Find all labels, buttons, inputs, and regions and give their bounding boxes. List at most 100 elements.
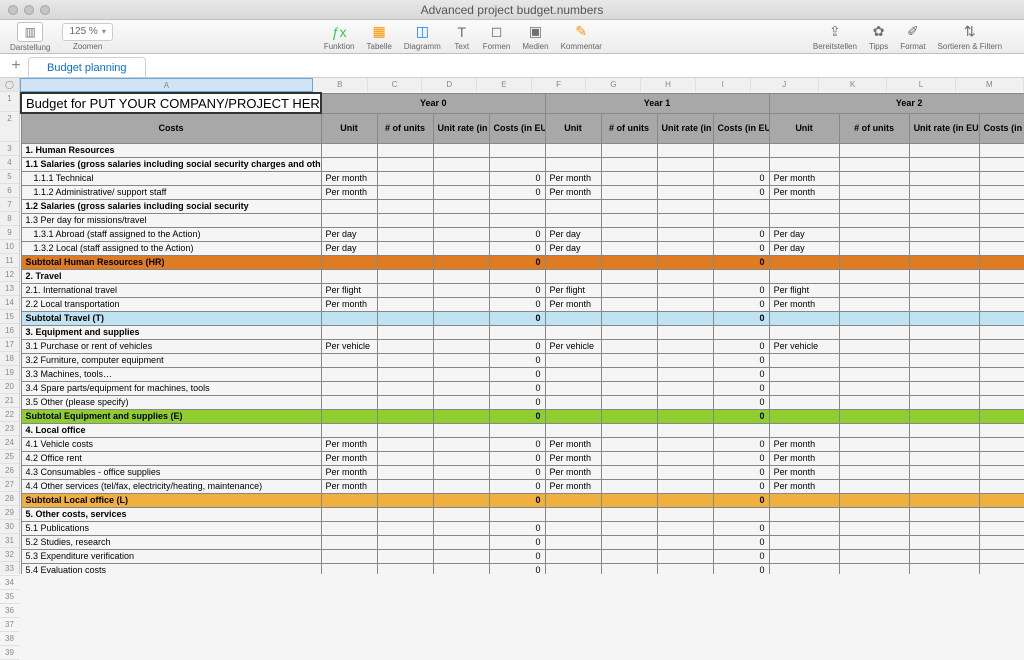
table-row[interactable]: 4.3 Consumables - office suppliesPer mon… <box>21 465 1024 479</box>
table-row[interactable]: 3.2 Furniture, computer equipment000 <box>21 353 1024 367</box>
row-header-21[interactable]: 21 <box>0 394 19 408</box>
row-header-35[interactable]: 35 <box>0 590 19 604</box>
row-header-5[interactable]: 5 <box>0 170 19 184</box>
table-row[interactable]: Subtotal Travel (T)000 <box>21 311 1024 325</box>
formen-button[interactable]: ◻Formen <box>483 23 511 51</box>
row-header-39[interactable]: 39 <box>0 646 19 660</box>
col-header-L[interactable]: L <box>887 78 955 92</box>
row-header-13[interactable]: 13 <box>0 282 19 296</box>
row-header-30[interactable]: 30 <box>0 520 19 534</box>
tabelle-button[interactable]: ▦Tabelle <box>367 23 392 51</box>
minimize-icon[interactable] <box>24 5 34 15</box>
col-header-I[interactable]: I <box>696 78 751 92</box>
row-header-31[interactable]: 31 <box>0 534 19 548</box>
select-all-corner[interactable]: ◯ <box>0 78 19 92</box>
table-row[interactable]: 5.3 Expenditure verification000 <box>21 549 1024 563</box>
table-row[interactable]: 4.2 Office rentPer month0Per month0Per m… <box>21 451 1024 465</box>
row-header-12[interactable]: 12 <box>0 268 19 282</box>
col-header-D[interactable]: D <box>422 78 477 92</box>
table-row[interactable]: 5.2 Studies, research000 <box>21 535 1024 549</box>
table-row[interactable]: 2.2 Local transportationPer month0Per mo… <box>21 297 1024 311</box>
table-row[interactable]: 1.3.1 Abroad (staff assigned to the Acti… <box>21 227 1024 241</box>
row-headers[interactable]: ◯ 1 2 3456789101112131415161718192021222… <box>0 78 20 574</box>
row-header-22[interactable]: 22 <box>0 408 19 422</box>
column-headers[interactable]: ABCDEFGHIJKLM <box>20 78 1024 92</box>
table-row[interactable]: 5. Other costs, services <box>21 507 1024 521</box>
row-header-15[interactable]: 15 <box>0 310 19 324</box>
table-row[interactable]: 3.3 Machines, tools…000 <box>21 367 1024 381</box>
table-row[interactable]: 4.4 Other services (tel/fax, electricity… <box>21 479 1024 493</box>
row-header-38[interactable]: 38 <box>0 632 19 646</box>
row-header-11[interactable]: 11 <box>0 254 19 268</box>
row-header-9[interactable]: 9 <box>0 226 19 240</box>
table-row[interactable]: Subtotal Equipment and supplies (E)000 <box>21 409 1024 423</box>
row-header-14[interactable]: 14 <box>0 296 19 310</box>
funktion-button[interactable]: ƒxFunktion <box>324 23 355 51</box>
table-row[interactable]: 1.2 Salaries (gross salaries including s… <box>21 199 1024 213</box>
row-header-17[interactable]: 17 <box>0 338 19 352</box>
col-header-M[interactable]: M <box>956 78 1024 92</box>
row-header-20[interactable]: 20 <box>0 380 19 394</box>
row-header-37[interactable]: 37 <box>0 618 19 632</box>
table-row[interactable]: Subtotal Human Resources (HR)000 <box>21 255 1024 269</box>
sortieren-filtern-button[interactable]: ⇅Sortieren & Filtern <box>938 23 1002 51</box>
col-header-J[interactable]: J <box>751 78 819 92</box>
row-header-8[interactable]: 8 <box>0 212 19 226</box>
close-icon[interactable] <box>8 5 18 15</box>
table-row[interactable]: 2. Travel <box>21 269 1024 283</box>
table-row[interactable]: 1.3 Per day for missions/travel <box>21 213 1024 227</box>
col-header-G[interactable]: G <box>586 78 641 92</box>
table-row[interactable]: 3. Equipment and supplies <box>21 325 1024 339</box>
maximize-icon[interactable] <box>40 5 50 15</box>
row-header-7[interactable]: 7 <box>0 198 19 212</box>
table-row[interactable]: 3.1 Purchase or rent of vehiclesPer vehi… <box>21 339 1024 353</box>
table-row[interactable]: 1.1.1 TechnicalPer month0Per month0Per m… <box>21 171 1024 185</box>
row-header-10[interactable]: 10 <box>0 240 19 254</box>
medien-button[interactable]: ▣Medien <box>522 23 548 51</box>
row-header-6[interactable]: 6 <box>0 184 19 198</box>
kommentar-button[interactable]: ✎Kommentar <box>561 23 602 51</box>
tab-budget-planning[interactable]: Budget planning <box>28 57 146 77</box>
row-header-36[interactable]: 36 <box>0 604 19 618</box>
add-sheet-button[interactable]: + <box>4 54 28 77</box>
table-row[interactable]: 3.4 Spare parts/equipment for machines, … <box>21 381 1024 395</box>
table-row[interactable]: 1.1.2 Administrative/ support staffPer m… <box>21 185 1024 199</box>
row-header-29[interactable]: 29 <box>0 506 19 520</box>
row-header-28[interactable]: 28 <box>0 492 19 506</box>
table-row[interactable]: 2.1. International travelPer flight0Per … <box>21 283 1024 297</box>
budget-table[interactable]: Budget for PUT YOUR COMPANY/PROJECT HERE… <box>20 92 1024 574</box>
row-header-34[interactable]: 34 <box>0 576 19 590</box>
row-header-26[interactable]: 26 <box>0 464 19 478</box>
col-header-F[interactable]: F <box>532 78 587 92</box>
format-button[interactable]: ✐Format <box>900 23 925 51</box>
zoom-value[interactable]: 125 % <box>62 23 112 41</box>
view-button[interactable]: ▥ Darstellung <box>10 22 50 52</box>
row-header-25[interactable]: 25 <box>0 450 19 464</box>
col-header-C[interactable]: C <box>368 78 423 92</box>
table-row[interactable]: 1.1 Salaries (gross salaries including s… <box>21 157 1024 171</box>
row-header-19[interactable]: 19 <box>0 366 19 380</box>
col-header-K[interactable]: K <box>819 78 887 92</box>
row-header-23[interactable]: 23 <box>0 422 19 436</box>
table-row[interactable]: 1. Human Resources <box>21 143 1024 157</box>
col-header-A[interactable]: A <box>20 78 313 92</box>
row-header-32[interactable]: 32 <box>0 548 19 562</box>
table-row[interactable]: Subtotal Local office (L)000 <box>21 493 1024 507</box>
row-header-18[interactable]: 18 <box>0 352 19 366</box>
row-header-16[interactable]: 16 <box>0 324 19 338</box>
diagramm-button[interactable]: ◫Diagramm <box>404 23 441 51</box>
col-header-H[interactable]: H <box>641 78 696 92</box>
row-header-24[interactable]: 24 <box>0 436 19 450</box>
col-header-B[interactable]: B <box>313 78 368 92</box>
text-button[interactable]: TText <box>453 23 471 51</box>
table-row[interactable]: 4. Local office <box>21 423 1024 437</box>
table-row[interactable]: 4.1 Vehicle costsPer month0Per month0Per… <box>21 437 1024 451</box>
bereitstellen-button[interactable]: ⇪Bereitstellen <box>813 23 857 51</box>
col-header-E[interactable]: E <box>477 78 532 92</box>
zoom-control[interactable]: 125 % Zoomen <box>62 23 112 51</box>
table-row[interactable]: 1.3.2 Local (staff assigned to the Actio… <box>21 241 1024 255</box>
row-header-4[interactable]: 4 <box>0 156 19 170</box>
table-row[interactable]: 5.4 Evaluation costs000 <box>21 563 1024 574</box>
table-row[interactable]: 5.1 Publications000 <box>21 521 1024 535</box>
table-row[interactable]: 3.5 Other (please specify)000 <box>21 395 1024 409</box>
